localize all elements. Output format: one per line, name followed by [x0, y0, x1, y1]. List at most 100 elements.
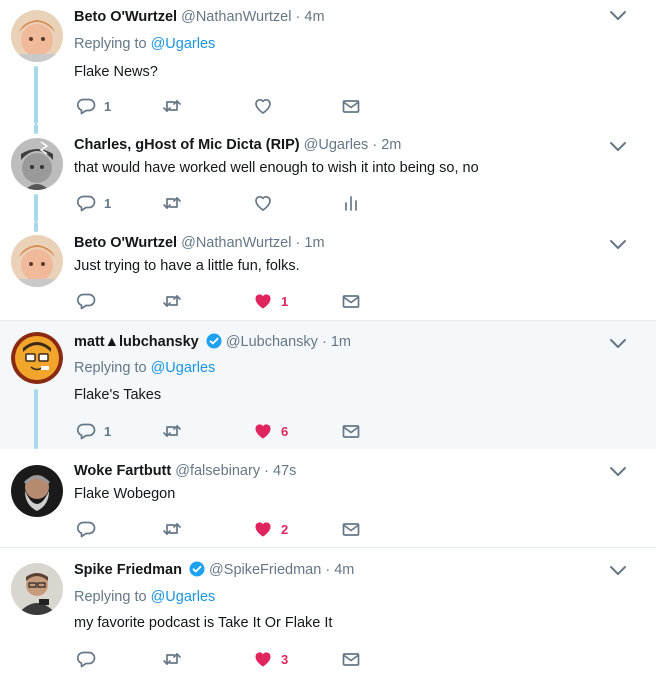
timestamp[interactable]: 2m [381, 137, 401, 153]
timestamp[interactable]: 47s [273, 463, 296, 479]
tweet-header: Charles, gHost of Mic Dicta (RIP) @Ugarl… [74, 135, 401, 155]
replying-to-link[interactable]: @Ugarles [151, 36, 216, 52]
replying-to-link[interactable]: @Ugarles [151, 360, 216, 376]
tweet-text: Just trying to have a little fun, folks. [74, 258, 300, 274]
replying-to: Replying to @Ugarles [74, 587, 215, 607]
tweet[interactable]: Beto O'Wurtzel @NathanWurtzel · 1m Just … [0, 222, 656, 320]
thread-line [34, 194, 38, 222]
reply-button[interactable] [76, 518, 96, 540]
retweet-icon [163, 523, 181, 535]
retweet-button[interactable] [162, 518, 182, 540]
like-button[interactable] [253, 95, 273, 117]
separator-dot: · [295, 235, 301, 251]
avatar[interactable] [11, 235, 63, 287]
reply-icon [76, 521, 96, 538]
like-count: 3 [281, 651, 289, 667]
chevron-down-icon[interactable] [609, 9, 627, 23]
avatar[interactable] [11, 10, 63, 62]
username[interactable]: @NathanWurtzel [181, 9, 291, 25]
tweet-actions: 1 6 [74, 420, 374, 442]
tweet[interactable]: Woke Fartbutt @falsebinary · 47s Flake W… [0, 449, 656, 547]
reply-button[interactable]: 1 [76, 420, 111, 442]
heart-filled-icon [255, 294, 271, 309]
thread-line [34, 389, 38, 449]
display-name[interactable]: Beto O'Wurtzel [74, 235, 177, 251]
display-name[interactable]: Charles, gHost of Mic Dicta (RIP) [74, 137, 300, 153]
timestamp[interactable]: 1m [304, 235, 324, 251]
timestamp[interactable]: 4m [304, 9, 324, 25]
like-button[interactable] [253, 192, 273, 214]
chevron-down-icon[interactable] [609, 465, 627, 479]
replying-to: Replying to @Ugarles [74, 34, 215, 54]
avatar[interactable] [11, 465, 63, 517]
separator-dot: · [321, 334, 327, 350]
tweet-actions: 1 [74, 192, 374, 214]
reply-button[interactable]: 1 [76, 95, 111, 117]
avatar[interactable] [11, 332, 63, 384]
tweet[interactable]: Beto O'Wurtzel @NathanWurtzel · 4m Reply… [0, 0, 656, 124]
tweet-actions: 1 [74, 290, 374, 312]
reply-button[interactable] [76, 290, 96, 312]
username[interactable]: @falsebinary [175, 463, 260, 479]
thread-line [34, 222, 38, 232]
display-name[interactable]: Beto O'Wurtzel [74, 9, 177, 25]
display-name[interactable]: Woke Fartbutt [74, 463, 171, 479]
avatar[interactable] [11, 563, 63, 615]
tweet[interactable]: Spike Friedman @SpikeFriedman · 4m Reply… [0, 548, 656, 674]
dm-button[interactable] [341, 95, 361, 117]
tweet-focused[interactable]: matt▲lubchansky @Lubchansky · 1m Replyin… [0, 321, 656, 449]
tweet-actions: 2 [74, 518, 374, 540]
reply-icon [76, 293, 96, 310]
chevron-down-icon[interactable] [609, 238, 627, 252]
analytics-icon [345, 196, 357, 211]
replying-to-link[interactable]: @Ugarles [151, 589, 216, 605]
like-count: 1 [281, 293, 289, 309]
retweet-button[interactable] [162, 420, 182, 442]
thread-line [34, 124, 38, 134]
chevron-down-icon[interactable] [609, 564, 627, 578]
reply-button[interactable] [76, 648, 96, 670]
separator-dot: · [325, 562, 331, 578]
username[interactable]: @NathanWurtzel [181, 235, 291, 251]
like-button[interactable]: 1 [253, 290, 288, 312]
display-name[interactable]: matt▲lubchansky [74, 334, 199, 350]
chevron-down-icon[interactable] [609, 337, 627, 351]
username[interactable]: @SpikeFriedman [209, 562, 321, 578]
retweet-button[interactable] [162, 95, 182, 117]
timestamp[interactable]: 4m [334, 562, 354, 578]
tweet-header: Beto O'Wurtzel @NathanWurtzel · 4m [74, 7, 325, 27]
like-button[interactable]: 2 [253, 518, 288, 540]
separator-dot: · [264, 463, 269, 479]
heart-filled-icon [255, 424, 271, 439]
dm-button[interactable] [341, 648, 361, 670]
analytics-button[interactable] [341, 192, 361, 214]
tweet-header: Woke Fartbutt @falsebinary · 47s [74, 461, 296, 481]
retweet-icon [163, 653, 181, 665]
reply-count: 1 [104, 98, 112, 114]
reply-icon [76, 651, 96, 668]
retweet-button[interactable] [162, 648, 182, 670]
username[interactable]: @Ugarles [304, 137, 369, 153]
retweet-button[interactable] [162, 192, 182, 214]
avatar[interactable] [11, 138, 63, 190]
tweet-text: Flake News? [74, 64, 158, 80]
like-button[interactable]: 3 [253, 648, 288, 670]
tweet-header: Spike Friedman @SpikeFriedman · 4m [74, 560, 354, 580]
tweet[interactable]: Charles, gHost of Mic Dicta (RIP) @Ugarl… [0, 124, 656, 222]
tweet-text: Flake's Takes [74, 387, 162, 403]
username[interactable]: @Lubchansky [226, 334, 318, 350]
envelope-icon [342, 653, 360, 666]
like-button[interactable]: 6 [253, 420, 288, 442]
tweet-header: Beto O'Wurtzel @NathanWurtzel · 1m [74, 233, 325, 253]
retweet-button[interactable] [162, 290, 182, 312]
dm-button[interactable] [341, 518, 361, 540]
dm-button[interactable] [341, 290, 361, 312]
timestamp[interactable]: 1m [331, 334, 351, 350]
heart-filled-icon [255, 522, 271, 537]
reply-count: 1 [104, 195, 112, 211]
reply-button[interactable]: 1 [76, 192, 111, 214]
display-name[interactable]: Spike Friedman [74, 562, 182, 578]
retweet-icon [163, 425, 181, 437]
chevron-down-icon[interactable] [609, 140, 627, 154]
dm-button[interactable] [341, 420, 361, 442]
